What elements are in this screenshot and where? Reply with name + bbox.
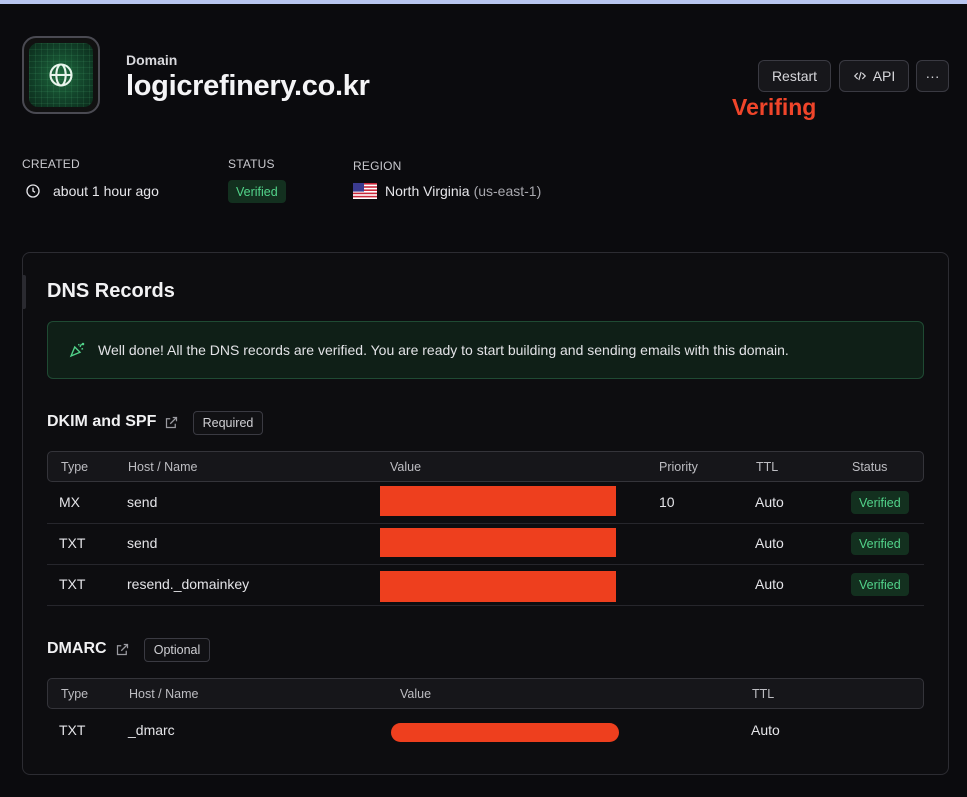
card-marker <box>22 275 26 309</box>
col-ttl: TTL <box>752 687 775 701</box>
us-flag-icon <box>353 183 377 199</box>
api-button-label: API <box>872 68 896 84</box>
region-value: North Virginia (us-east-1) <box>353 183 541 199</box>
col-value: Value <box>390 460 422 474</box>
table-row: TXT resend._domainkey Auto Verified <box>47 564 924 606</box>
table-row: TXT _dmarc Auto <box>47 709 924 750</box>
status-badge: Verified <box>228 180 286 203</box>
dkim-spf-table: Type Host / Name Value Priority TTL Stat… <box>47 451 924 611</box>
col-status: Status <box>852 460 888 474</box>
external-link-icon[interactable] <box>115 642 130 657</box>
globe-icon <box>49 63 73 87</box>
col-host: Host / Name <box>128 460 198 474</box>
col-type: Type <box>61 687 89 701</box>
success-alert-text: Well done! All the DNS records are verif… <box>98 342 789 358</box>
dmarc-table-header: Type Host / Name Value TTL <box>47 678 924 709</box>
status-badge: Verified <box>851 532 909 555</box>
col-value: Value <box>400 687 432 701</box>
party-popper-icon <box>69 342 85 358</box>
status-badge: Verified <box>851 491 909 514</box>
col-type: Type <box>61 460 89 474</box>
status-badge: Verified <box>851 573 909 596</box>
ellipsis-icon: ··· <box>925 68 940 84</box>
page-title: logicrefinery.co.kr <box>126 70 370 102</box>
table-row: MX send 10 Auto Verified <box>47 482 924 524</box>
page-eyebrow: Domain <box>126 52 178 68</box>
success-alert: Well done! All the DNS records are verif… <box>47 321 924 379</box>
external-link-icon[interactable] <box>164 415 179 430</box>
api-button[interactable]: API <box>839 60 909 92</box>
dmarc-table: Type Host / Name Value TTL TXT _dmarc Au… <box>47 678 924 753</box>
clock-icon <box>26 184 40 198</box>
status-label: STATUS <box>228 157 275 171</box>
optional-tag: Optional <box>144 638 210 662</box>
table-row: TXT send Auto Verified <box>47 523 924 565</box>
redacted-value <box>391 723 619 742</box>
dns-records-card: DNS Records Well done! All the DNS recor… <box>22 252 949 775</box>
region-label: REGION <box>353 159 402 173</box>
restart-button[interactable]: Restart <box>758 60 831 92</box>
col-host: Host / Name <box>129 687 199 701</box>
col-priority: Priority <box>659 460 698 474</box>
dns-records-title: DNS Records <box>47 280 175 302</box>
redacted-value <box>380 571 616 602</box>
redacted-value <box>380 486 616 516</box>
verifying-annotation: Verifing <box>732 94 817 120</box>
dkim-table-header: Type Host / Name Value Priority TTL Stat… <box>47 451 924 482</box>
redacted-value <box>380 528 616 557</box>
required-tag: Required <box>193 411 263 435</box>
created-value: about 1 hour ago <box>25 183 159 199</box>
more-options-button[interactable]: ··· <box>916 60 949 92</box>
top-accent-line <box>0 0 967 4</box>
col-ttl: TTL <box>756 460 779 474</box>
dkim-spf-title: DKIM and SPF <box>47 413 179 431</box>
dmarc-title: DMARC <box>47 640 130 658</box>
domain-logo <box>22 36 100 114</box>
code-icon <box>853 71 866 81</box>
created-label: CREATED <box>22 157 80 171</box>
status-value: Verified <box>228 180 286 203</box>
